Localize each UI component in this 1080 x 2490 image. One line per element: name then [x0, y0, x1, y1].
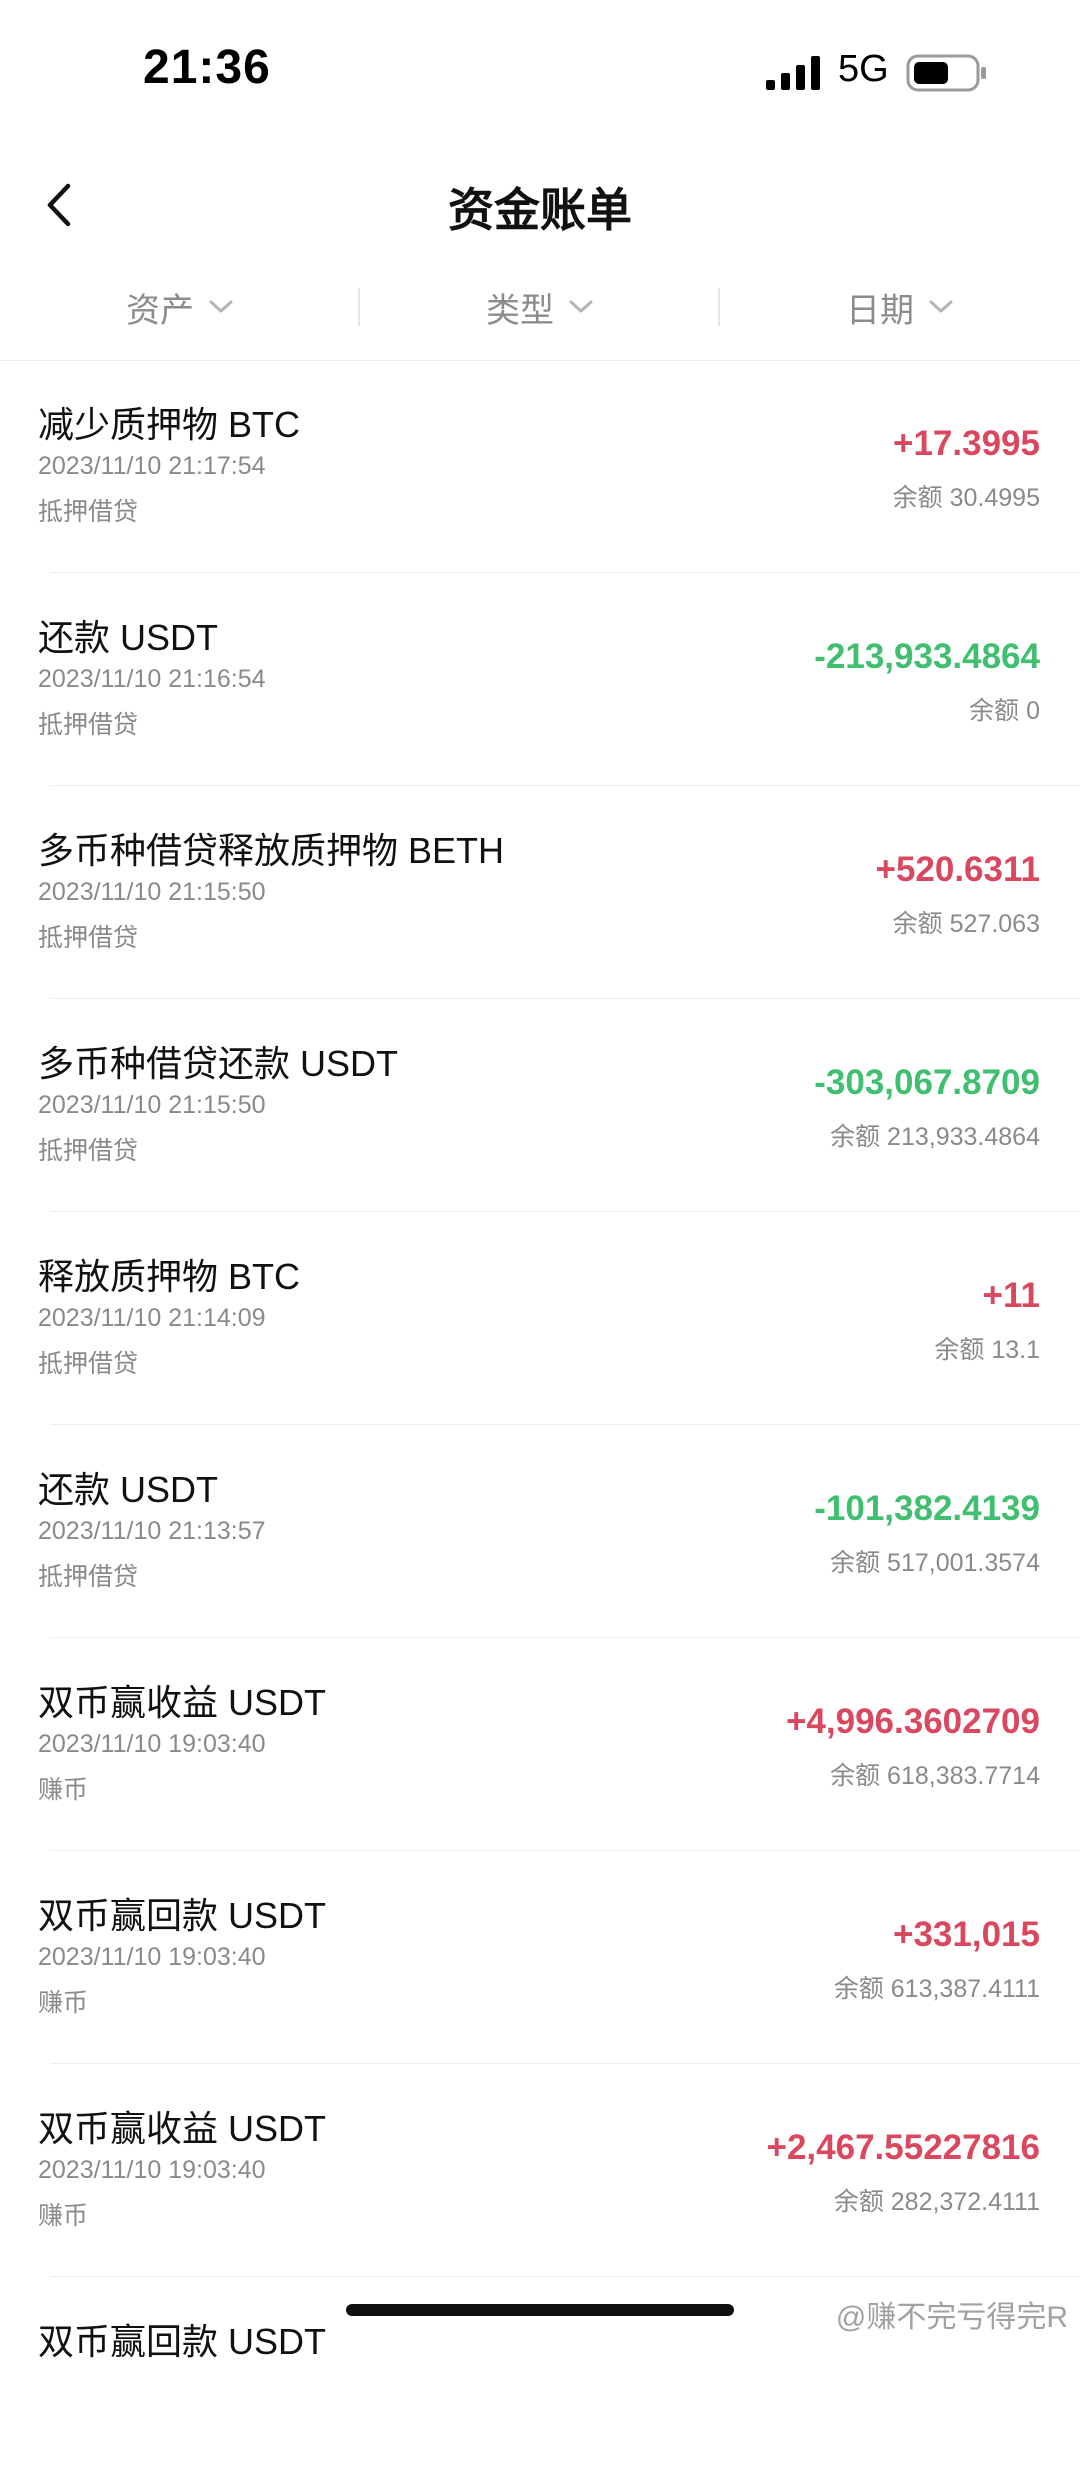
transaction-category: 抵押借贷 — [38, 1137, 139, 1165]
transaction-category: 赚币 — [38, 2202, 89, 2230]
status-bar: 21:36 5G — [0, 0, 1080, 150]
transaction-category: 抵押借贷 — [38, 924, 139, 952]
transaction-balance: 余额 613,387.4111 — [833, 1975, 1040, 2003]
transaction-amount: +4,996.3602709 — [785, 1702, 1040, 1741]
header: 资金账单 — [0, 150, 1080, 260]
transaction-category: 抵押借贷 — [38, 498, 139, 526]
transaction-row[interactable]: 双币赢收益 USDT 2023/11/10 19:03:40 赚币 +2,467… — [0, 2064, 1080, 2277]
signal-icon — [766, 56, 820, 90]
transaction-category: 抵押借贷 — [38, 1563, 139, 1591]
transaction-balance: 余额 282,372.4111 — [833, 2188, 1040, 2216]
transaction-row[interactable]: 多币种借贷释放质押物 BETH 2023/11/10 21:15:50 抵押借贷… — [0, 786, 1080, 999]
page-title: 资金账单 — [448, 184, 632, 236]
transaction-time: 2023/11/10 21:16:54 — [38, 665, 266, 693]
transaction-time: 2023/11/10 21:15:50 — [38, 1091, 266, 1119]
transaction-balance: 余额 213,933.4864 — [830, 1123, 1040, 1151]
transaction-title: 双币赢回款 USDT — [38, 1895, 327, 1936]
transaction-amount: -303,067.8709 — [814, 1063, 1040, 1102]
filter-date[interactable]: 日期 — [720, 270, 1080, 344]
network-type: 5G — [838, 48, 889, 90]
transaction-title: 双币赢收益 USDT — [38, 1682, 327, 1723]
transaction-category: 抵押借贷 — [38, 711, 139, 739]
transaction-row[interactable]: 还款 USDT 2023/11/10 21:16:54 抵押借贷 -213,93… — [0, 573, 1080, 786]
filter-asset[interactable]: 资产 — [0, 270, 360, 344]
transaction-balance: 余额 527.063 — [892, 910, 1040, 938]
transaction-time: 2023/11/10 21:17:54 — [38, 452, 266, 480]
battery-icon — [906, 54, 986, 92]
transaction-time: 2023/11/10 21:13:57 — [38, 1517, 266, 1545]
transaction-balance: 余额 30.4995 — [892, 484, 1040, 512]
transaction-amount: +17.3995 — [893, 424, 1040, 463]
transaction-amount: +11 — [982, 1276, 1040, 1315]
transaction-title: 释放质押物 BTC — [38, 1256, 301, 1297]
transaction-amount: -213,933.4864 — [814, 637, 1040, 676]
transaction-row[interactable]: 双币赢收益 USDT 2023/11/10 19:03:40 赚币 +4,996… — [0, 1638, 1080, 1851]
transaction-row[interactable]: 还款 USDT 2023/11/10 21:13:57 抵押借贷 -101,38… — [0, 1425, 1080, 1638]
transaction-title: 双币赢收益 USDT — [38, 2108, 327, 2149]
transaction-time: 2023/11/10 19:03:40 — [38, 1730, 266, 1758]
filter-type-label: 类型 — [486, 291, 554, 330]
transaction-balance: 余额 0 — [969, 697, 1040, 725]
transaction-title: 双币赢回款 USDT — [38, 2321, 327, 2362]
transaction-row[interactable]: 多币种借贷还款 USDT 2023/11/10 21:15:50 抵押借贷 -3… — [0, 999, 1080, 1212]
transaction-row[interactable]: 释放质押物 BTC 2023/11/10 21:14:09 抵押借贷 +11 余… — [0, 1212, 1080, 1425]
transaction-amount: +520.6311 — [875, 850, 1041, 889]
transaction-category: 赚币 — [38, 1989, 89, 2017]
transaction-time: 2023/11/10 19:03:40 — [38, 1943, 266, 1971]
home-indicator[interactable] — [346, 2304, 734, 2316]
transaction-time: 2023/11/10 21:15:50 — [38, 878, 266, 906]
transaction-title: 减少质押物 BTC — [38, 404, 301, 445]
transaction-category: 赚币 — [38, 1776, 89, 1804]
transaction-balance: 余额 517,001.3574 — [830, 1549, 1040, 1577]
transaction-amount: -101,382.4139 — [814, 1489, 1040, 1528]
filter-type[interactable]: 类型 — [360, 270, 720, 344]
filter-date-label: 日期 — [846, 291, 914, 330]
transaction-amount: +2,467.55227816 — [766, 2128, 1040, 2167]
transaction-title: 还款 USDT — [38, 1469, 219, 1510]
transaction-balance: 余额 13.1 — [934, 1336, 1040, 1364]
chevron-down-icon — [569, 300, 593, 313]
chevron-down-icon — [209, 300, 233, 313]
transaction-category: 抵押借贷 — [38, 1350, 139, 1378]
transaction-time: 2023/11/10 19:03:40 — [38, 2156, 266, 2184]
transaction-title: 还款 USDT — [38, 617, 219, 658]
transaction-row[interactable]: 双币赢回款 USDT 2023/11/10 19:03:40 赚币 +331,0… — [0, 1851, 1080, 2064]
transaction-amount: +331,015 — [893, 1915, 1040, 1954]
chevron-down-icon — [929, 300, 953, 313]
transaction-time: 2023/11/10 21:14:09 — [38, 1304, 266, 1332]
transaction-balance: 余额 618,383.7714 — [830, 1762, 1040, 1790]
transaction-list: 减少质押物 BTC 2023/11/10 21:17:54 抵押借贷 +17.3… — [0, 360, 1080, 2490]
filter-asset-label: 资产 — [126, 291, 194, 330]
transaction-row[interactable]: 减少质押物 BTC 2023/11/10 21:17:54 抵押借贷 +17.3… — [0, 360, 1080, 573]
filter-bar: 资产 类型 日期 — [0, 270, 1080, 361]
transaction-title: 多币种借贷释放质押物 BETH — [38, 830, 505, 871]
transaction-title: 多币种借贷还款 USDT — [38, 1043, 399, 1084]
status-time: 21:36 — [143, 41, 271, 94]
watermark: @赚不完亏得完R — [835, 2301, 1068, 2334]
